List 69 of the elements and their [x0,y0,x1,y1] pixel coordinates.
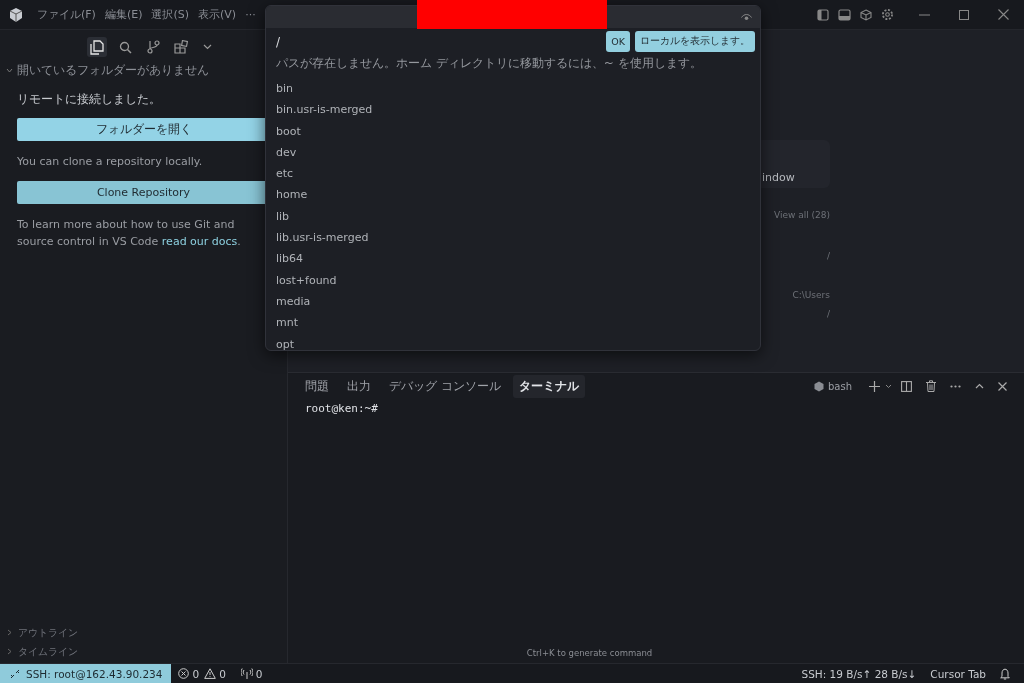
folder-item[interactable]: lib64 [276,248,760,270]
chevron-down-icon[interactable] [203,44,212,50]
panel-tab[interactable]: デバッグ コンソール [383,374,507,398]
show-local-button[interactable]: ローカルを表示します。 [635,31,755,52]
shell-label[interactable]: bash [827,380,852,392]
more-menu[interactable]: ··· [245,8,256,21]
chevron-up-icon[interactable] [975,383,984,389]
section-title[interactable]: タイムライン [18,644,78,659]
menu-item[interactable]: 表示(V) [198,7,237,22]
warning-icon[interactable] [204,668,217,679]
add-icon[interactable] [869,380,880,392]
trash-icon[interactable] [926,380,936,392]
folder-item[interactable]: lost+found [276,269,760,291]
extensions-view-icon[interactable] [171,37,191,57]
clone-description: You can clone a repository locally. [17,154,204,170]
recent-path: / [826,309,830,319]
warning-count[interactable]: 0 [219,667,226,680]
remote-icon [10,668,20,679]
folder-item[interactable]: mnt [276,312,760,334]
split-icon[interactable] [901,380,912,392]
recent-path: C:\Users [792,290,830,300]
error-count[interactable]: 0 [192,667,200,680]
terminal-prompt: root@ken:~# [305,402,379,415]
menu-item[interactable]: 編集(E) [104,7,143,22]
cursor-tab-status[interactable]: Cursor Tab [930,667,986,680]
docs-paragraph: To learn more about how to use Git and source control in VS Code read our docs. [17,217,242,250]
chevron-down-icon[interactable] [885,383,892,389]
folder-item[interactable]: lib [276,205,760,228]
maximize-icon[interactable] [959,9,969,20]
panel-tab[interactable]: 問題 [305,374,335,398]
menu-item[interactable]: 選択(S) [151,7,190,22]
panel-toggle-icon[interactable] [838,8,851,21]
recent-path: / [826,251,830,261]
close-icon[interactable] [998,381,1007,391]
cube-icon[interactable] [860,8,872,21]
sidebar-toggle-icon[interactable] [817,8,829,21]
more-icon[interactable] [950,384,961,388]
chevron-down-icon[interactable] [6,67,13,74]
close-icon[interactable] [998,9,1009,20]
connected-message: リモートに接続しました。 [17,91,162,108]
chevron-right-icon[interactable] [6,629,13,636]
error-icon[interactable] [178,668,190,679]
panel-tab[interactable]: 出力 [341,374,377,398]
notification-bell-icon[interactable] [1000,667,1010,680]
folder-item[interactable]: bin.usr-is-merged [276,99,760,121]
app-logo-icon [9,7,23,22]
ports-count[interactable]: 0 [255,667,263,680]
files-view-icon[interactable] [87,37,107,57]
settings-icon[interactable] [881,8,894,21]
folder-item[interactable]: lib.usr-is-merged [276,227,760,249]
eye-icon[interactable] [741,13,752,21]
traffic-status[interactable]: SSH: 19 B/s↑ 28 B/s↓ [801,667,917,680]
remote-status[interactable]: SSH: root@162.43.90.234 [0,664,172,683]
folder-item[interactable]: media [276,290,760,313]
folder-item[interactable]: boot [276,120,760,142]
terminal-shell-icon [813,380,824,392]
folder-item[interactable]: bin [276,78,760,100]
menu-item[interactable]: ファイル(F) [37,7,96,22]
section-title[interactable]: アウトライン [18,625,78,640]
card-label: indow [762,171,795,184]
ok-button[interactable]: OK [606,31,630,52]
validation-message: パスが存在しません。ホーム ディレクトリに移動するには、~ を使用します。 [275,55,703,72]
section-title[interactable]: 開いているフォルダーがありません [17,62,209,79]
panel-tab[interactable]: ターミナル [512,374,585,398]
chevron-right-icon[interactable] [6,648,13,655]
terminal-hint: Ctrl+K to generate command [526,648,653,658]
folder-item[interactable]: opt [276,333,760,350]
path-input[interactable]: / [276,32,602,51]
antenna-icon[interactable] [240,668,253,679]
